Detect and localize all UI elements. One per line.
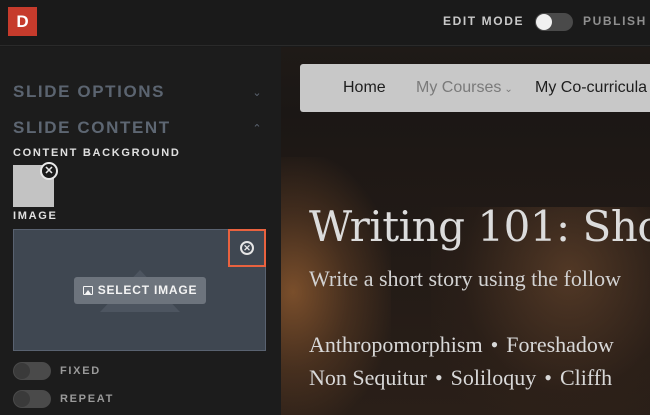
slide-content-heading[interactable]: SLIDE CONTENT: [13, 118, 171, 138]
repeat-toggle[interactable]: [13, 390, 51, 408]
select-image-button[interactable]: SELECT IMAGE: [74, 277, 206, 304]
term: Non Sequitur: [309, 365, 427, 390]
chevron-down-icon: ⌄: [504, 84, 513, 95]
separator: •: [434, 365, 443, 390]
site-navbar: Home My Courses ⌄ My Co-curricula: [300, 64, 650, 112]
toggle-knob: [536, 14, 552, 30]
repeat-label: REPEAT: [60, 393, 115, 405]
slide-preview: Home My Courses ⌄ My Co-curricula Writing…: [281, 47, 650, 415]
publish-label[interactable]: PUBLISH: [583, 14, 647, 28]
edit-mode-toggle[interactable]: [535, 13, 573, 31]
nav-home[interactable]: Home: [343, 79, 386, 97]
separator: •: [490, 332, 499, 357]
toggle-knob: [14, 391, 30, 407]
remove-background-icon[interactable]: ✕: [40, 162, 58, 180]
close-circle-icon: ✕: [240, 241, 254, 255]
content-background-label: CONTENT BACKGROUND: [13, 147, 181, 159]
terms-line: Anthropomorphism • Foreshadow: [309, 332, 614, 358]
image-icon: [82, 286, 93, 295]
toggle-knob: [14, 363, 30, 379]
term: Foreshadow: [506, 332, 614, 357]
select-image-label: SELECT IMAGE: [97, 283, 198, 297]
chevron-up-icon[interactable]: ⌃: [250, 122, 264, 136]
remove-image-button[interactable]: ✕: [228, 229, 266, 267]
term: Cliffh: [559, 365, 613, 390]
term: Soliloquy: [450, 365, 537, 390]
app-logo[interactable]: D: [8, 7, 37, 36]
chevron-down-icon[interactable]: ⌄: [250, 86, 264, 100]
fixed-label: FIXED: [60, 365, 101, 377]
slide-title: Writing 101: Sho: [309, 202, 650, 251]
term: Anthropomorphism: [309, 332, 483, 357]
fixed-toggle[interactable]: [13, 362, 51, 380]
nav-co-curricular[interactable]: My Co-curricula: [535, 79, 647, 97]
slide-subtitle: Write a short story using the follow: [309, 266, 621, 291]
slide-options-heading[interactable]: SLIDE OPTIONS: [13, 82, 165, 102]
nav-my-courses[interactable]: My Courses ⌄: [416, 79, 513, 97]
terms-line: Non Sequitur • Soliloquy • Cliffh: [309, 365, 612, 391]
top-bar: D EDIT MODE PUBLISH: [0, 0, 650, 46]
image-label: IMAGE: [13, 210, 58, 222]
edit-mode-label: EDIT MODE: [443, 14, 525, 28]
nav-my-courses-label: My Courses: [416, 79, 502, 96]
separator: •: [544, 365, 552, 390]
